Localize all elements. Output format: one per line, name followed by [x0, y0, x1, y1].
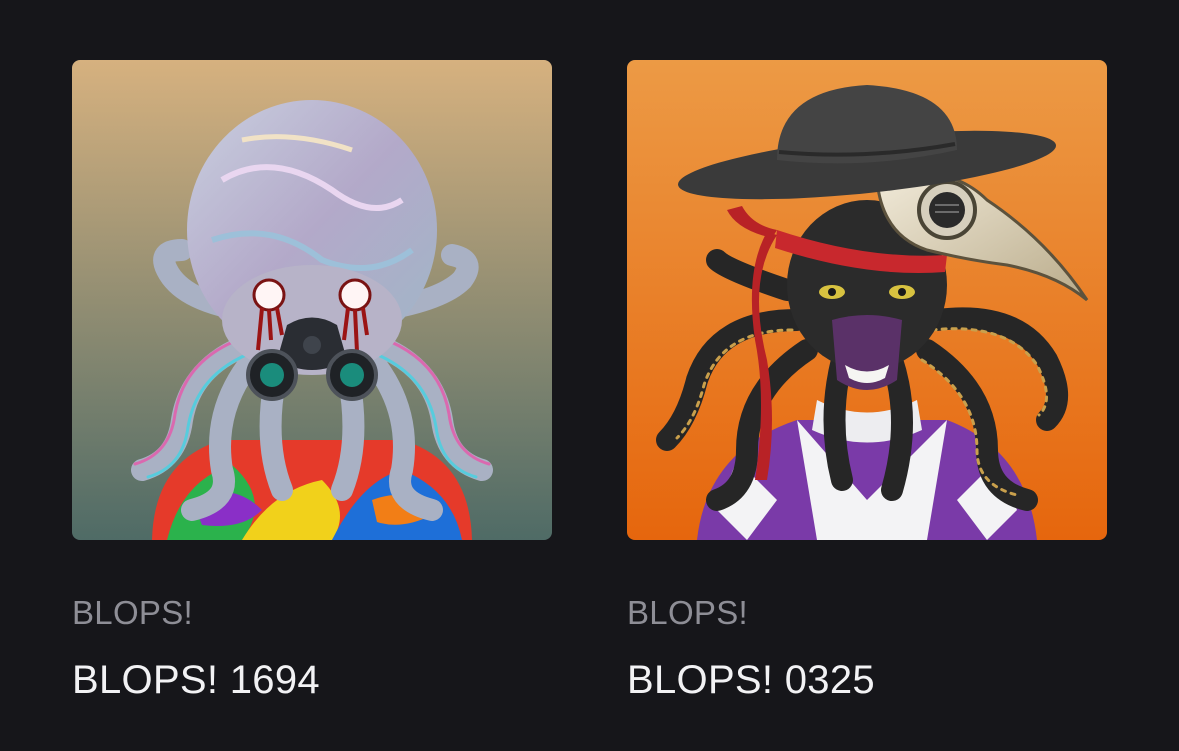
nft-name[interactable]: BLOPS! 1694: [72, 656, 552, 704]
nft-card-1694[interactable]: BLOPS! BLOPS! 1694: [72, 60, 552, 704]
collection-name[interactable]: BLOPS!: [627, 593, 1107, 633]
nft-image-plague-doctor-octopus[interactable]: [627, 60, 1107, 540]
nft-image-psychedelic-octopus[interactable]: [72, 60, 552, 540]
collection-name[interactable]: BLOPS!: [72, 593, 552, 633]
nft-grid: BLOPS! BLOPS! 1694 BLOPS! BLOPS! 0325: [72, 60, 1107, 704]
nft-name[interactable]: BLOPS! 0325: [627, 656, 1107, 704]
nft-card-0325[interactable]: BLOPS! BLOPS! 0325: [627, 60, 1107, 704]
